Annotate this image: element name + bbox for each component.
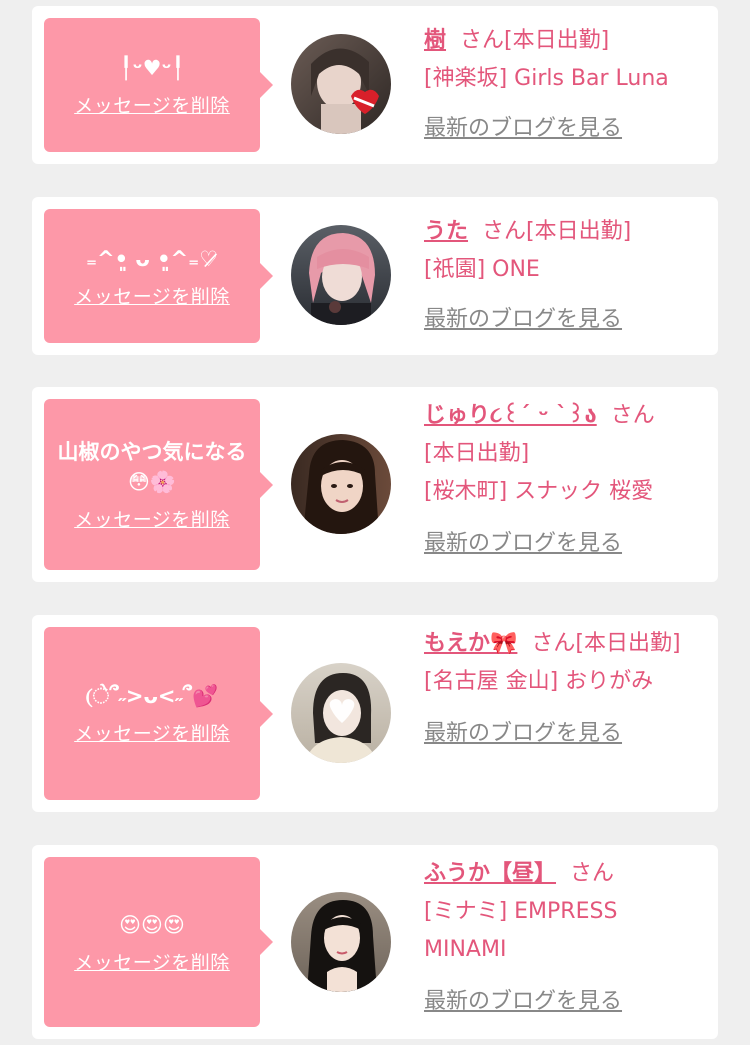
attendance-status: [本日出勤] — [575, 631, 681, 656]
cast-info: うた さん[本日出勤] [祇園] ONE 最新のブログを見る — [424, 213, 704, 339]
shop-label: [祇園] ONE — [424, 257, 540, 282]
cast-name-link[interactable]: ふうか【昼】 — [424, 861, 556, 886]
cast-info: もえか🎀 さん[本日出勤] [名古屋 金山] おりがみ 最新のブログを見る — [424, 625, 704, 753]
message-bubble: 山椒のやつ気になる😳🌸 メッセージを削除 — [44, 399, 273, 570]
message-card: 😍😍😍 メッセージを削除 ふうか【昼】 さん [ミナミ] EMPRESS MIN… — [32, 845, 718, 1039]
attendance-status: [本日出勤] — [424, 441, 530, 466]
honorific-label: さん — [610, 403, 655, 428]
delete-message-link[interactable]: メッセージを削除 — [74, 719, 230, 746]
message-text: ₌^•͈ ᴗ •͈^₌♡̷ — [85, 246, 219, 271]
delete-message-link[interactable]: メッセージを削除 — [74, 505, 230, 532]
message-text: (ે՞˶>ᴗ<˶՞💕 — [85, 684, 219, 708]
message-text: ╿ᵕ♥ᵕ╿ — [119, 55, 185, 80]
latest-blog-link[interactable]: 最新のブログを見る — [424, 715, 622, 753]
attendance-status: [本日出勤] — [526, 219, 632, 244]
message-card: 山椒のやつ気になる😳🌸 メッセージを削除 じゅり૮꒰ˊ ᵕ ˋ꒱ა さん [本日… — [32, 387, 718, 582]
shop-label: [名古屋 金山] おりがみ — [424, 669, 654, 694]
cast-info: ふうか【昼】 さん [ミナミ] EMPRESS MINAMI 最新のブログを見る — [424, 855, 704, 1021]
message-bubble: ╿ᵕ♥ᵕ╿ メッセージを削除 — [44, 18, 273, 152]
latest-blog-link[interactable]: 最新のブログを見る — [424, 301, 622, 339]
cast-info: じゅり૮꒰ˊ ᵕ ˋ꒱ა さん [本日出勤] [桜木町] スナック 桜愛 最新のブ… — [424, 397, 704, 563]
shop-label: [ミナミ] EMPRESS MINAMI — [424, 899, 618, 962]
cast-name-link[interactable]: もえか🎀 — [424, 631, 517, 656]
message-text: 山椒のやつ気になる😳🌸 — [57, 440, 247, 494]
avatar[interactable] — [291, 434, 391, 534]
cast-name-link[interactable]: うた — [424, 219, 468, 244]
name-line: うた さん[本日出勤] — [424, 213, 704, 251]
shop-label: [桜木町] スナック 桜愛 — [424, 479, 654, 504]
name-line: じゅり૮꒰ˊ ᵕ ˋ꒱ა さん — [424, 397, 704, 435]
name-line: 樹さん[本日出勤] — [424, 22, 704, 60]
cast-name-link[interactable]: 樹 — [424, 28, 446, 53]
message-list: ╿ᵕ♥ᵕ╿ メッセージを削除 樹さん[本日出勤] [神楽坂] Girls Bar… — [0, 0, 750, 1045]
cast-name-link[interactable]: じゅり૮꒰ˊ ᵕ ˋ꒱ა — [424, 403, 597, 428]
delete-message-link[interactable]: メッセージを削除 — [74, 91, 230, 118]
message-text: 😍😍😍 — [119, 912, 185, 937]
name-line: もえか🎀 さん[本日出勤] — [424, 625, 704, 663]
delete-message-link[interactable]: メッセージを削除 — [74, 948, 230, 975]
cast-info: 樹さん[本日出勤] [神楽坂] Girls Bar Luna 最新のブログを見る — [424, 22, 704, 148]
message-bubble: 😍😍😍 メッセージを削除 — [44, 857, 273, 1027]
honorific-label: さん — [570, 861, 615, 886]
avatar[interactable] — [291, 225, 391, 325]
message-card: ╿ᵕ♥ᵕ╿ メッセージを削除 樹さん[本日出勤] [神楽坂] Girls Bar… — [32, 6, 718, 164]
message-bubble: (ે՞˶>ᴗ<˶՞💕 メッセージを削除 — [44, 627, 273, 800]
honorific-label: さん — [482, 219, 527, 244]
latest-blog-link[interactable]: 最新のブログを見る — [424, 983, 622, 1021]
name-line: ふうか【昼】 さん — [424, 855, 704, 893]
avatar[interactable] — [291, 663, 391, 763]
message-card: ₌^•͈ ᴗ •͈^₌♡̷ メッセージを削除 うた さん[本日出勤] [祇園] … — [32, 197, 718, 355]
attendance-status: [本日出勤] — [504, 28, 610, 53]
avatar[interactable] — [291, 34, 391, 134]
latest-blog-link[interactable]: 最新のブログを見る — [424, 525, 622, 563]
message-card: (ે՞˶>ᴗ<˶՞💕 メッセージを削除 もえか🎀 さん[本日出勤] [名古屋 金… — [32, 615, 718, 812]
shop-label: [神楽坂] Girls Bar Luna — [424, 66, 669, 91]
honorific-label: さん — [531, 631, 576, 656]
message-bubble: ₌^•͈ ᴗ •͈^₌♡̷ メッセージを削除 — [44, 209, 273, 343]
honorific-label: さん — [460, 28, 505, 53]
avatar[interactable] — [291, 892, 391, 992]
latest-blog-link[interactable]: 最新のブログを見る — [424, 110, 622, 148]
delete-message-link[interactable]: メッセージを削除 — [74, 282, 230, 309]
